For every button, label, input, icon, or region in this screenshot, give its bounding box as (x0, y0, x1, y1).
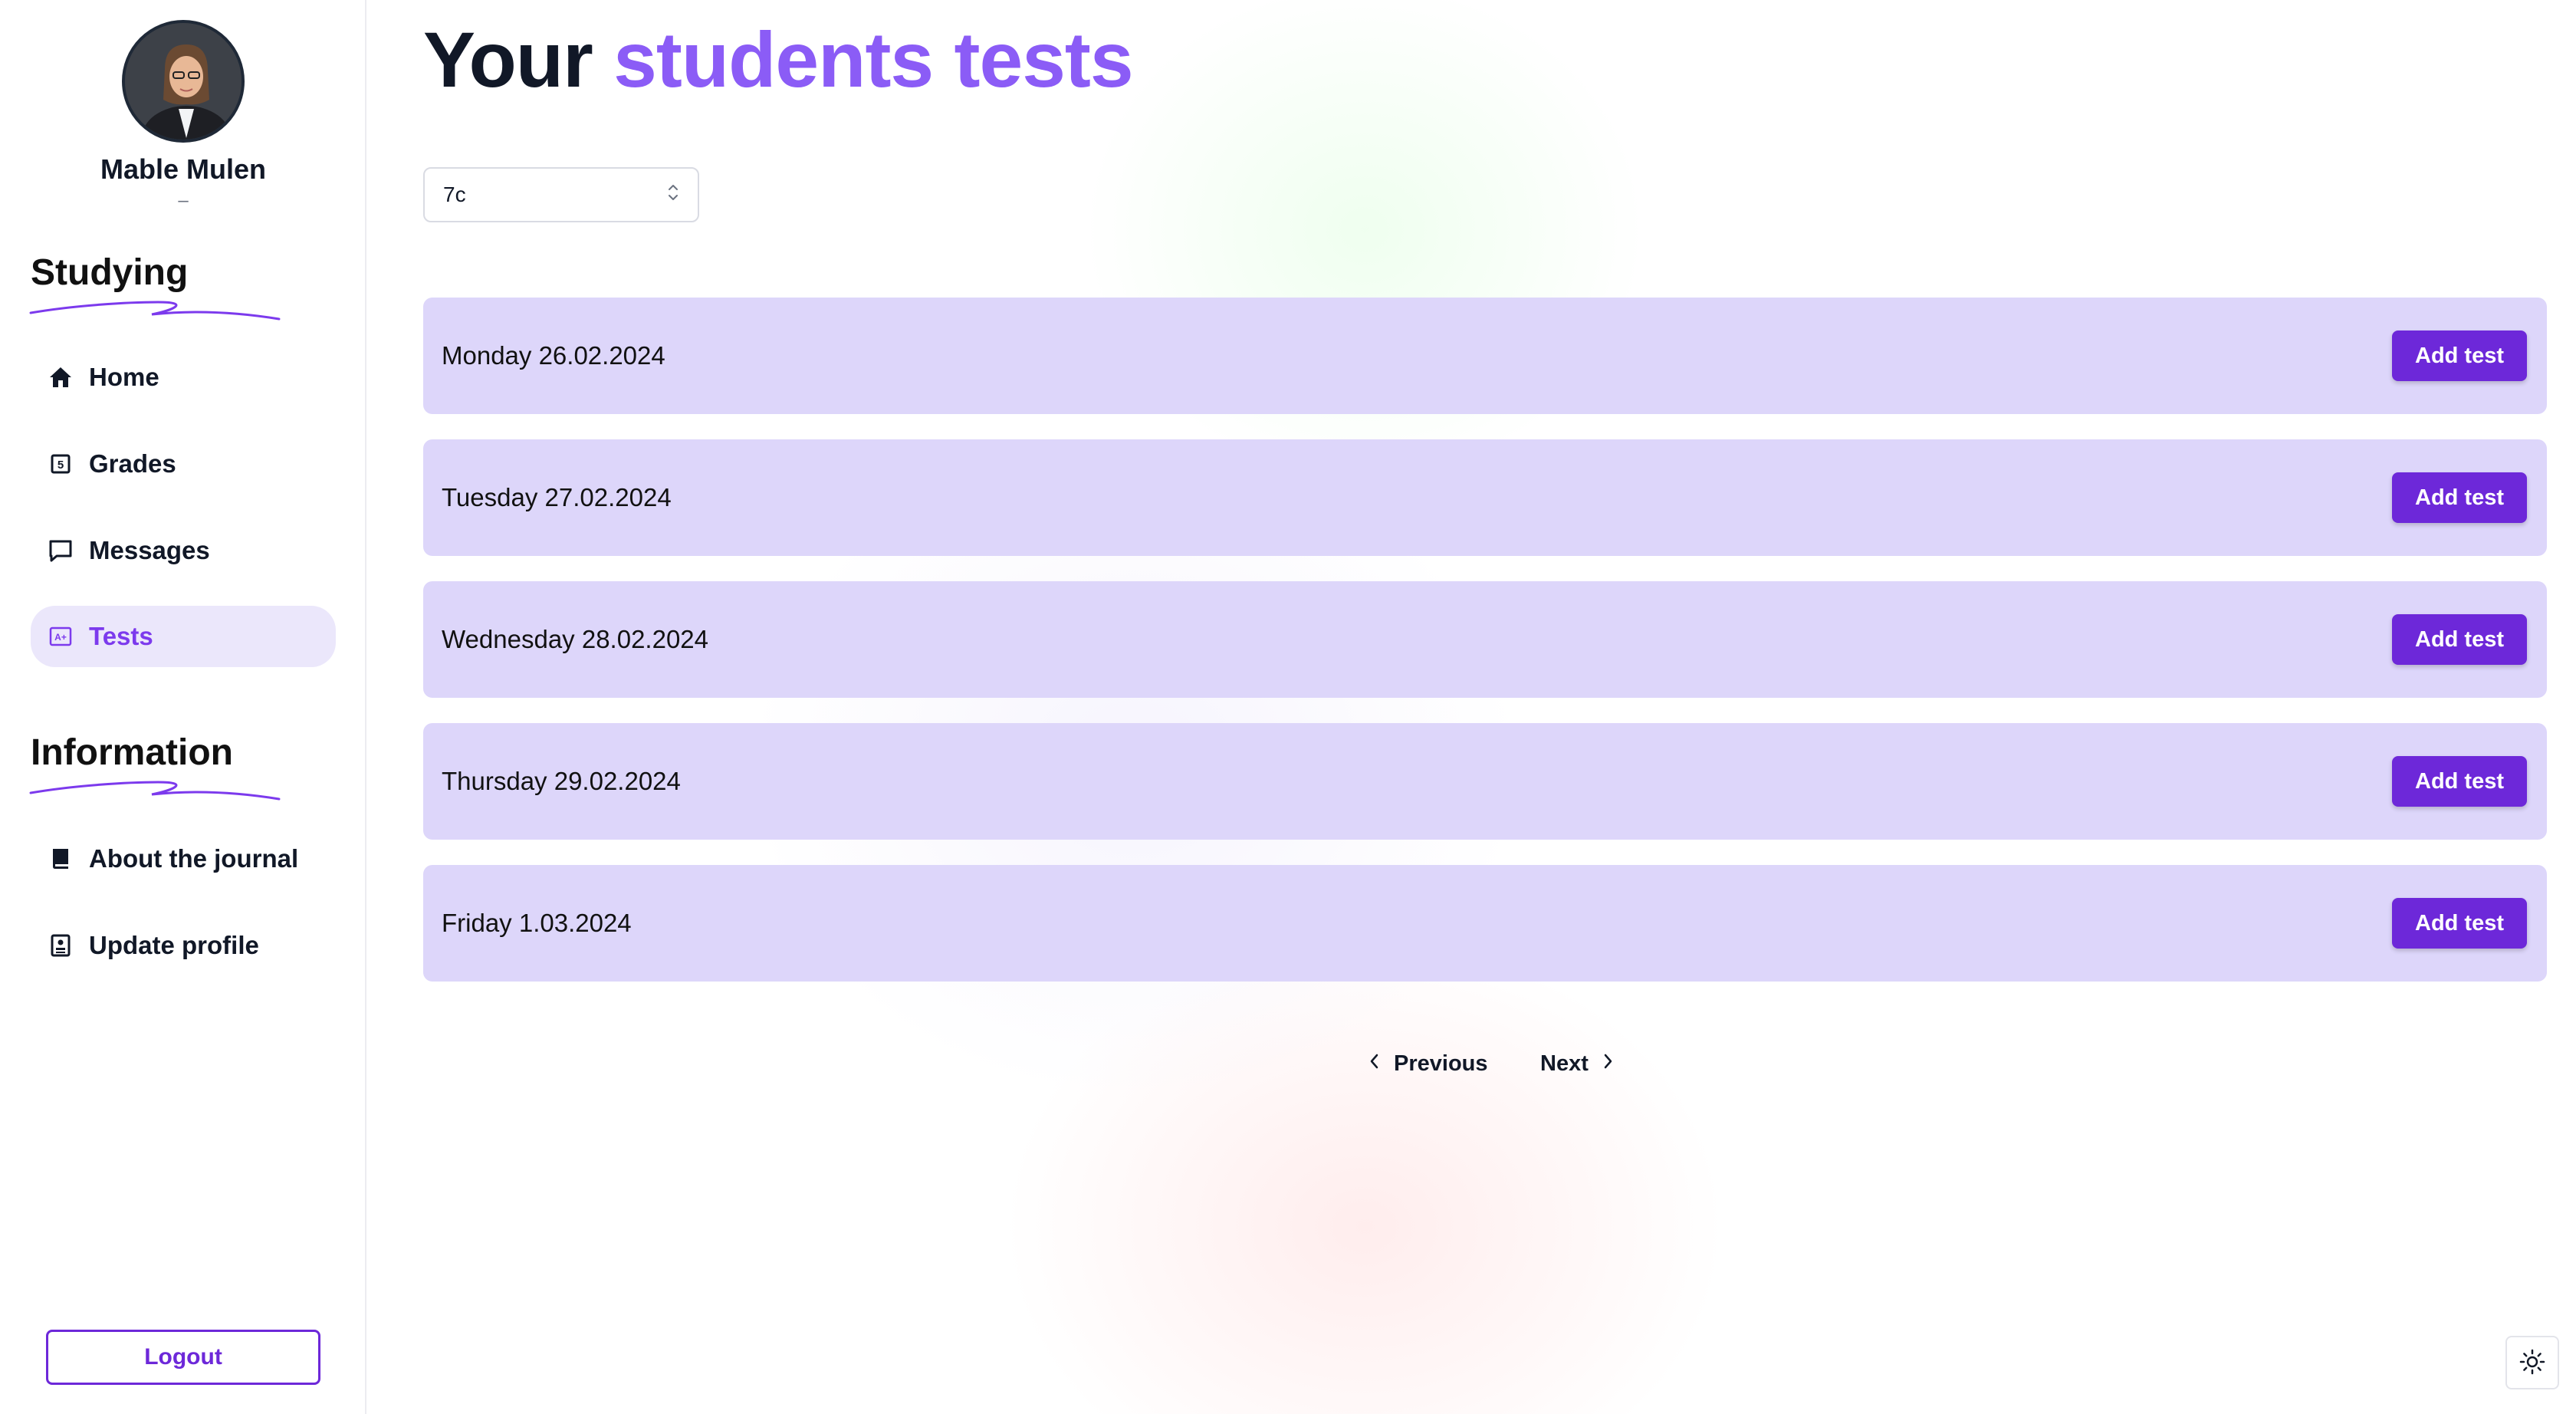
message-icon (48, 538, 74, 564)
sidebar-item-update-profile[interactable]: Update profile (31, 915, 336, 976)
sidebar-item-home[interactable]: Home (31, 347, 336, 408)
main-content: Your students tests 7c Monday 26.02.2024… (368, 0, 2576, 1414)
avatar-portrait-icon (125, 23, 242, 140)
sidebar-item-label: Home (89, 363, 159, 391)
sidebar-item-label: Tests (89, 622, 153, 650)
theme-toggle-button[interactable] (2505, 1336, 2559, 1389)
add-test-button[interactable]: Add test (2392, 330, 2527, 381)
svg-text:A+: A+ (54, 632, 67, 643)
sidebar-item-label: About the journal (89, 844, 299, 873)
day-label: Friday 1.03.2024 (442, 909, 632, 937)
sidebar-item-messages[interactable]: Messages (31, 520, 336, 581)
class-select-value: 7c (443, 183, 466, 206)
avatar[interactable] (122, 20, 245, 143)
sidebar-item-tests[interactable]: A+ Tests (31, 606, 336, 667)
add-test-button[interactable]: Add test (2392, 756, 2527, 807)
day-row: Tuesday 27.02.2024 Add test (423, 439, 2547, 556)
sidebar: Mable Mulen – Studying Home 5 Grades Mes… (0, 0, 366, 1414)
day-label: Wednesday 28.02.2024 (442, 625, 708, 653)
grades-icon: 5 (48, 451, 74, 477)
day-label: Thursday 29.02.2024 (442, 767, 681, 795)
test-icon: A+ (48, 623, 74, 649)
page-title-accent: students tests (613, 16, 1133, 104)
day-label: Tuesday 27.02.2024 (442, 483, 672, 511)
previous-page-button[interactable]: Previous (1369, 1044, 1488, 1083)
previous-label: Previous (1394, 1051, 1488, 1076)
day-row: Friday 1.03.2024 Add test (423, 865, 2547, 982)
sidebar-item-about-journal[interactable]: About the journal (31, 828, 336, 890)
user-name: Mable Mulen (100, 153, 267, 185)
day-row: Monday 26.02.2024 Add test (423, 298, 2547, 414)
next-page-button[interactable]: Next (1540, 1044, 1613, 1083)
profile-icon (48, 932, 74, 959)
add-test-button[interactable]: Add test (2392, 898, 2527, 949)
home-icon (48, 364, 74, 390)
add-test-button[interactable]: Add test (2392, 614, 2527, 665)
chevron-left-icon (1369, 1051, 1380, 1077)
svg-text:5: 5 (58, 459, 64, 472)
sidebar-item-label: Update profile (89, 931, 259, 959)
chevron-right-icon (1602, 1051, 1613, 1077)
day-label: Monday 26.02.2024 (442, 341, 665, 370)
section-title-information: Information (31, 732, 233, 773)
sidebar-item-grades[interactable]: 5 Grades (31, 433, 336, 495)
day-row: Wednesday 28.02.2024 Add test (423, 581, 2547, 698)
sidebar-item-label: Messages (89, 536, 210, 564)
class-select[interactable]: 7c (423, 167, 699, 222)
chevron-up-down-icon (667, 183, 679, 208)
section-title-studying: Studying (31, 252, 189, 293)
squiggle-decoration (29, 781, 281, 801)
squiggle-decoration (29, 301, 281, 321)
next-label: Next (1540, 1051, 1589, 1076)
page-title-prefix: Your (423, 16, 593, 104)
user-subtitle: – (178, 190, 189, 211)
sidebar-item-label: Grades (89, 449, 176, 478)
add-test-button[interactable]: Add test (2392, 472, 2527, 523)
page-title: Your students tests (423, 15, 1134, 105)
book-icon (48, 846, 74, 872)
logout-button[interactable]: Logout (46, 1330, 320, 1385)
day-row: Thursday 29.02.2024 Add test (423, 723, 2547, 840)
sun-icon (2518, 1348, 2546, 1378)
